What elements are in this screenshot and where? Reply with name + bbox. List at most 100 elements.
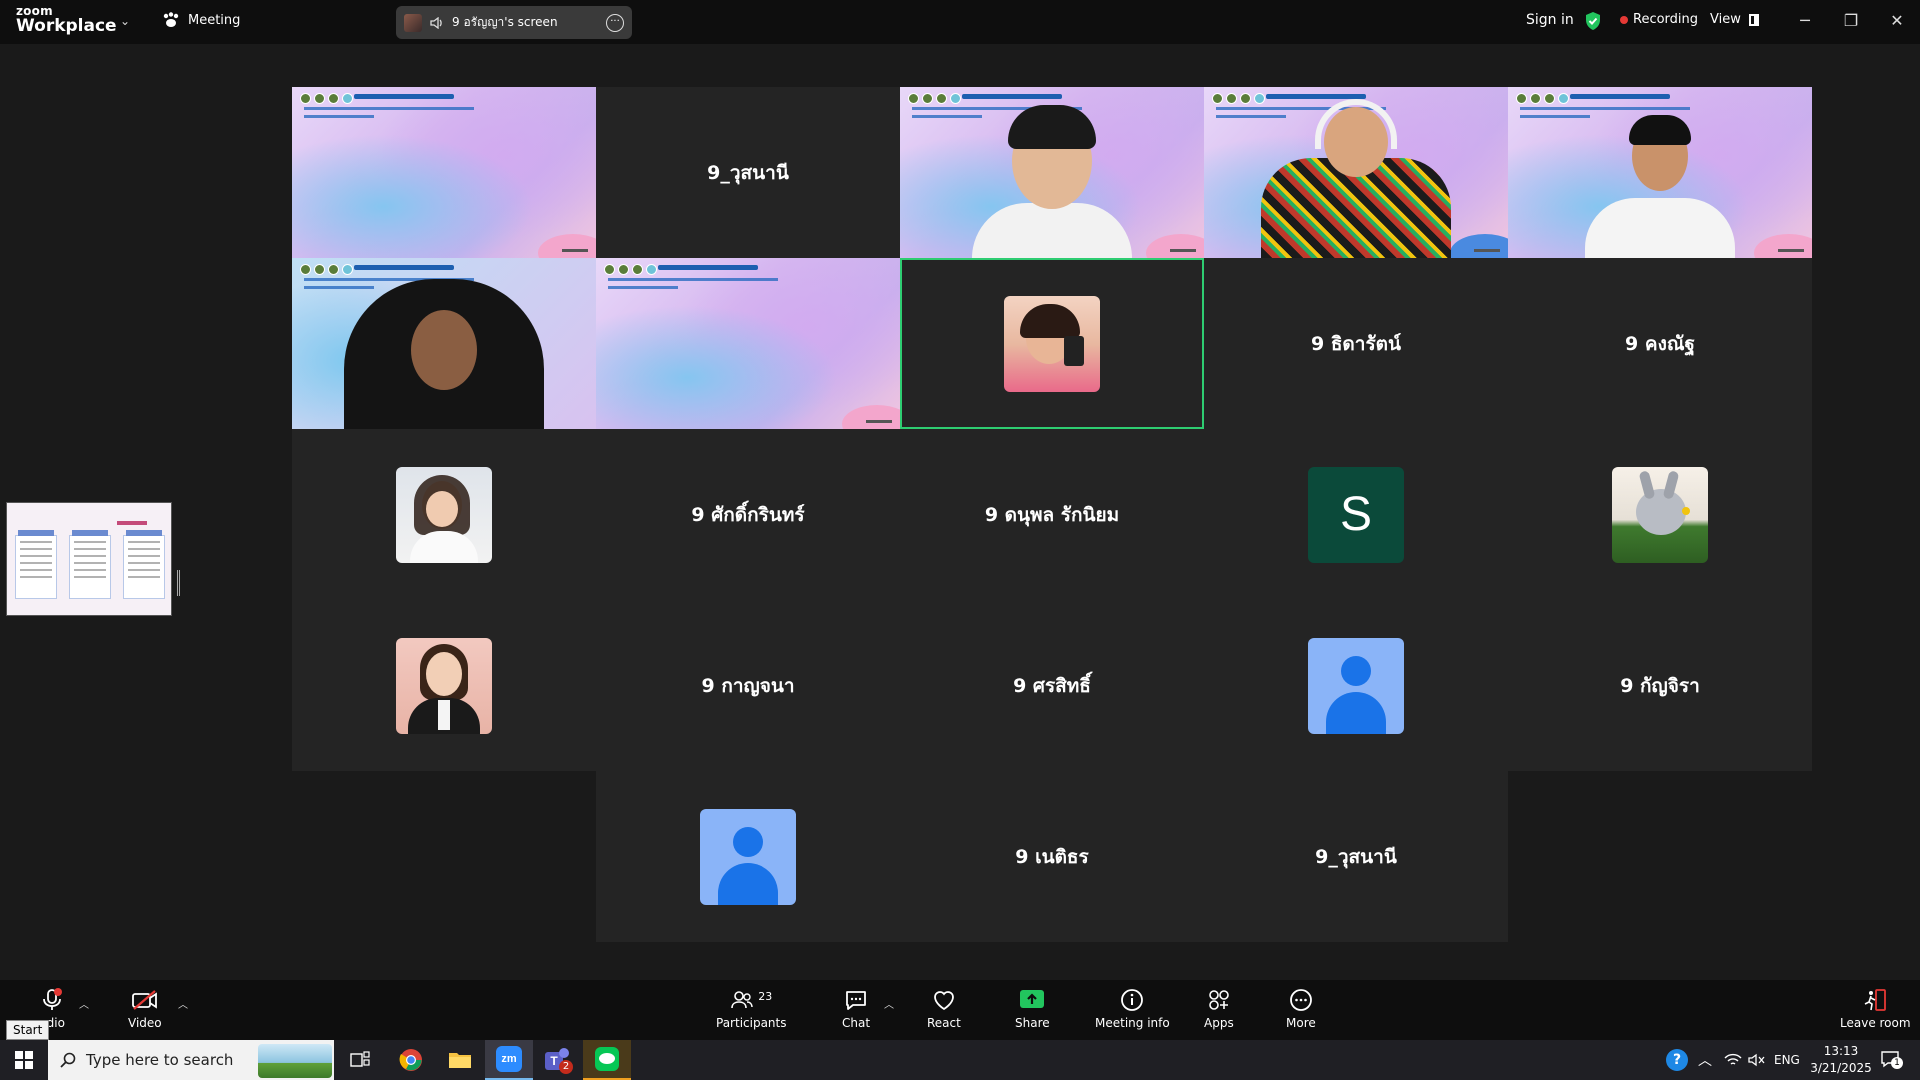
participant-tile[interactable] <box>292 429 596 600</box>
title-bar: zoom Workplace ⌄ Meeting 9 อรัญญา's scre… <box>0 0 1920 44</box>
participant-photo <box>1004 295 1100 392</box>
logo-workplace-text: Workplace <box>16 16 117 36</box>
participant-tile[interactable] <box>1204 87 1508 258</box>
participants-button[interactable]: 23 Participants <box>716 988 787 1031</box>
participant-tile[interactable] <box>1204 600 1508 771</box>
chrome-taskbar-button[interactable] <box>387 1040 435 1080</box>
teams-taskbar-button[interactable]: T 2 <box>534 1040 582 1080</box>
participants-label: Participants <box>716 1016 787 1030</box>
participant-tile[interactable] <box>596 258 900 429</box>
thumbnail-drag-handle[interactable] <box>177 570 180 596</box>
react-button[interactable]: React <box>927 988 961 1030</box>
input-language-indicator[interactable]: ENG <box>1774 1040 1800 1080</box>
audio-options-chevron-icon[interactable]: ︿ <box>79 996 89 1011</box>
shared-screen-thumbnail[interactable] <box>6 502 172 616</box>
file-explorer-taskbar-button[interactable] <box>436 1040 484 1080</box>
video-off-icon <box>131 988 159 1012</box>
more-button[interactable]: More <box>1286 988 1316 1030</box>
participant-name: 9 กัญจิรา <box>1620 674 1700 697</box>
participants-count: 23 <box>758 989 773 1003</box>
line-taskbar-button[interactable] <box>583 1040 631 1080</box>
react-label: React <box>927 1016 961 1030</box>
participant-name: 9 คงณัฐ <box>1625 332 1695 355</box>
network-icon[interactable] <box>1724 1040 1742 1080</box>
participant-face <box>411 310 477 390</box>
letter-avatar: S <box>1308 466 1404 563</box>
close-icon[interactable]: ✕ <box>1882 8 1912 34</box>
sign-in-link[interactable]: Sign in <box>1526 12 1574 28</box>
participant-tile[interactable] <box>596 771 900 942</box>
minimize-icon[interactable]: ─ <box>1790 8 1820 34</box>
chat-button[interactable]: Chat <box>842 988 870 1030</box>
screen-share-indicator[interactable]: 9 อรัญญา's screen ··· <box>396 6 632 39</box>
notification-center-button[interactable]: 1 <box>1880 1040 1903 1080</box>
participant-tile[interactable]: 9 ดนุพล รักนิยม <box>900 429 1204 600</box>
participant-tile-active-speaker[interactable] <box>900 258 1204 429</box>
participant-tile[interactable]: 9 กาญจนา <box>596 600 900 771</box>
participant-video <box>1585 198 1735 258</box>
view-button[interactable]: View <box>1710 12 1759 27</box>
zoom-taskbar-button[interactable]: zm <box>485 1040 533 1080</box>
restore-icon[interactable]: ❐ <box>1836 8 1866 34</box>
leave-icon <box>1861 988 1889 1012</box>
apps-button[interactable]: Apps <box>1204 988 1234 1030</box>
notification-count: 1 <box>1891 1057 1903 1069</box>
default-avatar-icon <box>1308 637 1404 734</box>
recording-indicator[interactable]: Recording <box>1620 12 1698 27</box>
participant-hair <box>1629 115 1691 145</box>
search-placeholder: Type here to search <box>86 1051 234 1069</box>
video-button[interactable]: Video <box>128 988 162 1030</box>
search-icon <box>60 1052 76 1068</box>
video-options-chevron-icon[interactable]: ︿ <box>178 996 188 1011</box>
participant-tile[interactable]: 9 คงณัฐ <box>1508 258 1812 429</box>
chat-label: Chat <box>842 1016 871 1030</box>
participant-tile[interactable] <box>1508 429 1812 600</box>
participant-tile[interactable]: 9 กัญจิรา <box>1508 600 1812 771</box>
participant-tile[interactable] <box>292 87 596 258</box>
chat-options-chevron-icon[interactable]: ︿ <box>884 996 894 1011</box>
participant-name: 9 ธิดารัตน์ <box>1311 332 1401 355</box>
zoom-logo[interactable]: zoom Workplace <box>16 5 117 35</box>
help-tray-icon[interactable]: ? <box>1666 1040 1688 1080</box>
search-highlight-image[interactable] <box>258 1044 332 1078</box>
system-clock[interactable]: 13:13 3/21/2025 <box>1808 1043 1874 1077</box>
participant-tile[interactable]: 9_วุสนานี <box>1204 771 1508 942</box>
participant-tile[interactable] <box>292 258 596 429</box>
participant-tile[interactable]: 9 ศักดิ์กรินทร์ <box>596 429 900 600</box>
more-icon <box>1287 988 1315 1012</box>
participant-tile[interactable]: 9 เนติธร <box>900 771 1204 942</box>
participant-tile[interactable]: 9_วุสนานี <box>596 87 900 258</box>
speaker-icon <box>430 16 442 29</box>
participant-name: 9 ศักดิ์กรินทร์ <box>691 503 805 526</box>
leave-room-button[interactable]: Leave room <box>1840 988 1911 1030</box>
participant-tile[interactable] <box>292 600 596 771</box>
participant-photo <box>396 637 492 734</box>
participant-tile[interactable]: S <box>1204 429 1508 600</box>
show-hidden-icons-chevron-icon[interactable]: ︿ <box>1698 1040 1712 1080</box>
participant-tile[interactable]: 9 ธิดารัตน์ <box>1204 258 1508 429</box>
task-view-button[interactable] <box>336 1040 384 1080</box>
more-label: More <box>1286 1016 1316 1030</box>
more-options-icon[interactable]: ··· <box>606 13 624 32</box>
volume-muted-icon[interactable] <box>1748 1040 1766 1080</box>
meeting-menu-button[interactable]: Meeting <box>162 12 240 28</box>
chevron-down-icon[interactable]: ⌄ <box>120 14 130 28</box>
meeting-info-button[interactable]: Meeting info <box>1095 988 1170 1030</box>
participant-name: 9_วุสนานี <box>707 161 789 184</box>
participant-tile[interactable] <box>900 87 1204 258</box>
participant-name: 9 ศรสิทธิ์ <box>1013 674 1091 697</box>
zoom-app-icon: zm <box>496 1046 522 1072</box>
info-icon <box>1118 988 1146 1012</box>
sharer-avatar <box>404 13 422 32</box>
participant-tile[interactable]: 9 ศรสิทธิ์ <box>900 600 1204 771</box>
task-view-icon <box>350 1051 370 1067</box>
participant-tile[interactable] <box>1508 87 1812 258</box>
windows-start-button[interactable] <box>0 1040 48 1080</box>
clock-time: 13:13 <box>1823 1044 1859 1058</box>
share-button[interactable]: Share <box>1015 988 1050 1030</box>
shield-check-icon[interactable] <box>1584 11 1602 31</box>
default-avatar-icon <box>700 808 796 905</box>
teams-badge: 2 <box>559 1060 573 1074</box>
participant-name: 9 ดนุพล รักนิยม <box>984 503 1120 526</box>
teams-icon: T 2 <box>545 1048 573 1074</box>
